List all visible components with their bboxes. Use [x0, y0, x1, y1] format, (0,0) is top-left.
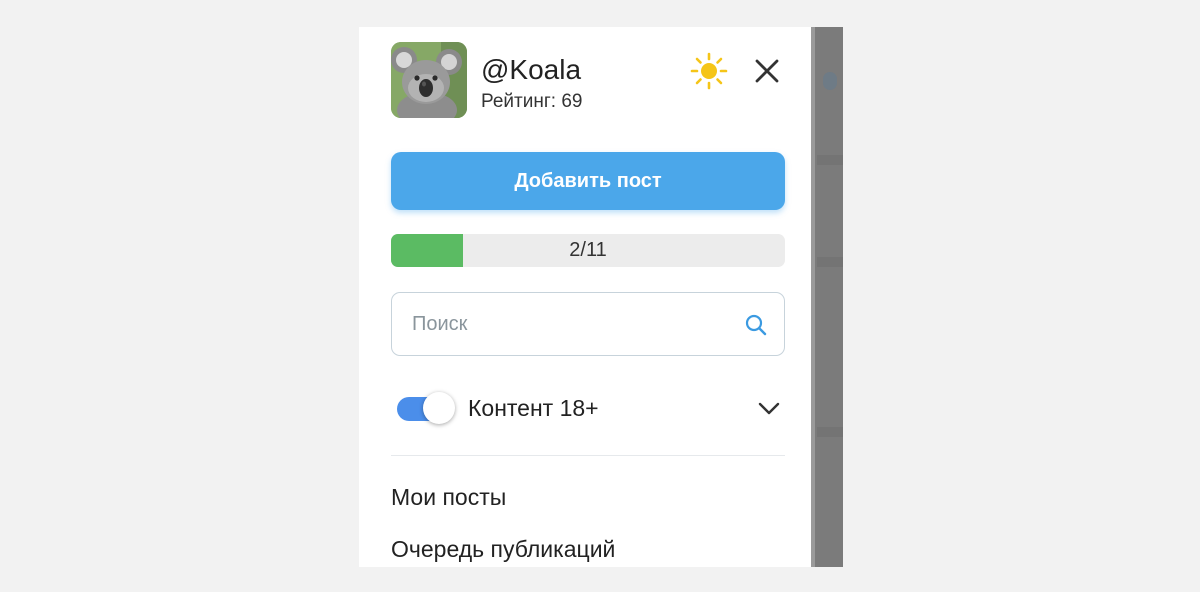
screen: @Koala Рейтинг: 69 Добавить пост 2/11 По… — [0, 0, 1200, 592]
progress-bar: 2/11 — [391, 234, 785, 267]
menu-item-publication-queue[interactable]: Очередь публикаций — [391, 534, 615, 564]
progress-label: 2/11 — [569, 239, 607, 261]
content-18-toggle[interactable] — [397, 392, 455, 424]
search-icon[interactable] — [744, 313, 768, 337]
background-element — [817, 155, 843, 165]
username: @Koala — [481, 54, 582, 85]
search-input[interactable] — [412, 293, 712, 355]
close-icon — [755, 59, 779, 83]
user-rating: Рейтинг: 69 — [481, 91, 583, 112]
chevron-down-icon — [758, 402, 780, 415]
koala-avatar-image — [391, 42, 467, 118]
theme-toggle-button[interactable] — [689, 51, 729, 91]
add-post-button[interactable]: Добавить пост — [391, 152, 785, 210]
background-element — [817, 257, 843, 267]
overlay-edge — [811, 27, 815, 567]
toggle-knob — [423, 392, 455, 424]
content-18-label: Контент 18+ — [468, 395, 599, 421]
search-box — [391, 292, 785, 356]
avatar[interactable] — [391, 42, 467, 118]
expand-button[interactable] — [757, 398, 781, 418]
background-overlay[interactable] — [811, 27, 843, 567]
divider — [391, 455, 785, 456]
sun-icon — [690, 52, 728, 90]
close-button[interactable] — [749, 53, 785, 89]
side-menu-drawer: @Koala Рейтинг: 69 Добавить пост 2/11 По… — [359, 27, 811, 567]
background-element — [817, 427, 843, 437]
menu-item-my-posts[interactable]: Мои посты — [391, 482, 506, 512]
background-icon — [823, 72, 837, 90]
